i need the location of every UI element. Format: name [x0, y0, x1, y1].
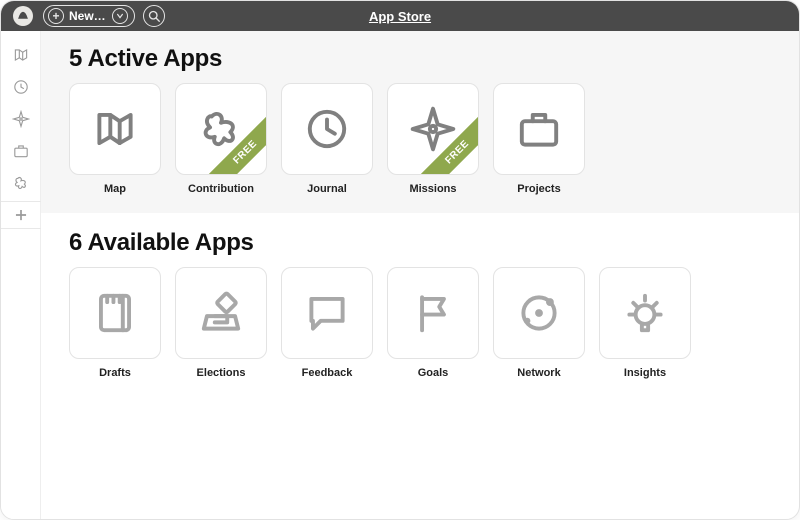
available-apps-heading: 6 Available Apps — [69, 229, 771, 257]
sidebar-item-contribution[interactable] — [7, 169, 35, 197]
briefcase-icon — [12, 142, 30, 160]
app-label: Projects — [517, 183, 560, 195]
sidebar-item-app-store[interactable] — [1, 201, 41, 229]
app-label: Elections — [197, 367, 246, 379]
ballot-icon — [196, 288, 246, 338]
orbit-icon — [514, 288, 564, 338]
compass-icon — [12, 110, 30, 128]
puzzle-icon — [12, 174, 30, 192]
clock-icon — [12, 78, 30, 96]
chat-icon — [302, 288, 352, 338]
flag-icon — [408, 288, 458, 338]
briefcase-icon — [514, 104, 564, 154]
search-icon — [148, 10, 160, 22]
app-label: Map — [104, 183, 126, 195]
app-label: Insights — [624, 367, 666, 379]
app-label: Drafts — [99, 367, 131, 379]
app-card — [69, 267, 161, 359]
search-button[interactable] — [143, 5, 165, 27]
app-card — [387, 267, 479, 359]
app-label: Journal — [307, 183, 347, 195]
titlebar: + New… App Store — [1, 1, 799, 31]
map-icon — [90, 104, 140, 154]
app-card — [69, 83, 161, 175]
app-projects[interactable]: Projects — [493, 83, 585, 195]
main-content: 5 Active Apps Map FREE Contribution — [41, 31, 799, 519]
app-elections[interactable]: Elections — [175, 267, 267, 379]
app-card: FREE — [387, 83, 479, 175]
available-apps-row: Drafts Elections Feedback — [69, 267, 771, 379]
app-card — [175, 267, 267, 359]
sidebar — [1, 31, 41, 519]
app-network[interactable]: Network — [493, 267, 585, 379]
clock-icon — [302, 104, 352, 154]
app-insights[interactable]: Insights — [599, 267, 691, 379]
available-apps-section: 6 Available Apps Drafts Elections — [41, 213, 799, 403]
active-apps-section: 5 Active Apps Map FREE Contribution — [41, 31, 799, 213]
app-label: Goals — [418, 367, 449, 379]
app-label: Missions — [409, 183, 456, 195]
notebook-icon — [90, 288, 140, 338]
sidebar-item-journal[interactable] — [7, 73, 35, 101]
app-label: Network — [517, 367, 560, 379]
app-label: Feedback — [302, 367, 353, 379]
app-missions[interactable]: FREE Missions — [387, 83, 479, 195]
app-feedback[interactable]: Feedback — [281, 267, 373, 379]
active-apps-row: Map FREE Contribution Journal — [69, 83, 771, 195]
app-window: + New… App Store — [0, 0, 800, 520]
app-journal[interactable]: Journal — [281, 83, 373, 195]
plus-icon — [12, 206, 30, 224]
new-button[interactable]: + New… — [43, 5, 135, 27]
sidebar-item-projects[interactable] — [7, 137, 35, 165]
chevron-down-icon — [112, 8, 128, 24]
sidebar-item-missions[interactable] — [7, 105, 35, 133]
app-card — [493, 267, 585, 359]
app-contribution[interactable]: FREE Contribution — [175, 83, 267, 195]
bulb-icon — [620, 288, 670, 338]
sidebar-item-map[interactable] — [7, 41, 35, 69]
app-card: FREE — [175, 83, 267, 175]
app-card — [281, 267, 373, 359]
new-button-label: New… — [69, 9, 106, 23]
app-card — [599, 267, 691, 359]
app-logo-icon — [13, 6, 33, 26]
plus-icon: + — [48, 8, 64, 24]
app-map[interactable]: Map — [69, 83, 161, 195]
active-apps-heading: 5 Active Apps — [69, 45, 771, 73]
app-card — [281, 83, 373, 175]
app-label: Contribution — [188, 183, 254, 195]
app-goals[interactable]: Goals — [387, 267, 479, 379]
app-card — [493, 83, 585, 175]
app-drafts[interactable]: Drafts — [69, 267, 161, 379]
map-icon — [12, 46, 30, 64]
